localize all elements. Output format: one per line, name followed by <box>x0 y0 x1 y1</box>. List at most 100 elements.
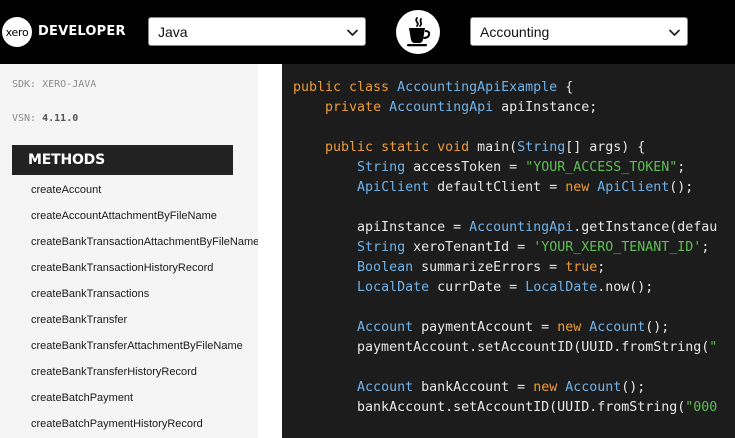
code-token: xeroTenantId = <box>405 240 534 255</box>
java-coffee-cup-icon <box>396 10 440 54</box>
language-select-value: Java <box>158 23 188 40</box>
code-token: String <box>357 160 406 175</box>
code-token: LocalDate <box>357 280 430 295</box>
top-header: xero DEVELOPER Java Accounting <box>0 0 735 64</box>
developer-title[interactable]: DEVELOPER <box>38 24 126 39</box>
method-link[interactable]: createBatchPaymentHistoryRecord <box>31 418 258 438</box>
code-line: String accessToken = "YOUR_ACCESS_TOKEN"… <box>293 158 717 178</box>
method-list: createAccount createAccountAttachmentByF… <box>31 184 258 438</box>
version-row: VSN: 4.11.0 <box>12 113 78 124</box>
code-token: Account <box>589 320 646 335</box>
method-link[interactable]: createAccount <box>31 184 258 210</box>
code-token: ; <box>597 260 606 275</box>
code-token: currDate = <box>429 280 526 295</box>
code-line: public static void main(String[] args) { <box>293 138 717 158</box>
code-line: apiInstance = AccountingApi.getInstance(… <box>293 218 717 238</box>
code-token: AccountingApi <box>469 220 574 235</box>
code-token: Account <box>565 380 622 395</box>
code-token: "YOUR_ACCESS_TOKEN" <box>525 160 678 175</box>
code-token: (); <box>621 380 646 395</box>
code-token: AccountingApi <box>389 100 494 115</box>
code-token: (); <box>669 180 694 195</box>
code-token: LocalDate <box>525 280 598 295</box>
code-token: new <box>557 320 590 335</box>
code-line: Account paymentAccount = new Account(); <box>293 318 717 338</box>
code-example-panel: public class AccountingApiExample { priv… <box>282 64 735 438</box>
version-value: 4.11.0 <box>42 113 79 124</box>
code-line: Boolean summarizeErrors = true; <box>293 258 717 278</box>
code-token: Boolean <box>357 260 414 275</box>
code-line: bankAccount.setAccountID(UUID.fromString… <box>293 398 717 418</box>
code-line: String xeroTenantId = 'YOUR_XERO_TENANT_… <box>293 238 717 258</box>
sdk-label: SDK: XERO-JAVA <box>12 79 97 90</box>
code-line: paymentAccount.setAccountID(UUID.fromStr… <box>293 338 717 358</box>
code-token: new <box>533 380 566 395</box>
methods-sidebar: SDK: XERO-JAVA VSN: 4.11.0 METHODS creat… <box>0 64 258 438</box>
code-token: "000 <box>685 400 718 415</box>
code-token: [] args) { <box>565 140 646 155</box>
code-token: ApiClient <box>357 180 430 195</box>
code-token: bankAccount = <box>413 380 534 395</box>
code-token: Account <box>357 320 414 335</box>
code-token: Account <box>357 380 414 395</box>
code-token: .getInstance(defau <box>573 220 718 235</box>
code-token: String <box>517 140 566 155</box>
code-token: ; <box>701 240 710 255</box>
version-label: VSN: <box>12 113 37 124</box>
code-token: AccountingApiExample <box>397 80 558 95</box>
code-line: Account bankAccount = new Account(); <box>293 378 717 398</box>
code-token: (); <box>645 320 670 335</box>
method-link[interactable]: createBankTransferHistoryRecord <box>31 366 258 392</box>
code-token: defaultClient = <box>429 180 566 195</box>
method-link[interactable]: createBatchPayment <box>31 392 258 418</box>
code-token: new <box>565 180 598 195</box>
methods-heading: METHODS <box>12 145 233 175</box>
code-token: main( <box>477 140 518 155</box>
method-link[interactable]: createBankTransfer <box>31 314 258 340</box>
method-link[interactable]: createBankTransactions <box>31 288 258 314</box>
chevron-down-icon <box>347 29 358 36</box>
code-line: public class AccountingApiExample { <box>293 78 717 98</box>
code-token: summarizeErrors = <box>413 260 566 275</box>
code-token: { <box>557 80 574 95</box>
xero-logo-text: xero <box>5 25 29 39</box>
code-token: paymentAccount = <box>413 320 558 335</box>
code-token: String <box>357 240 406 255</box>
code-block: public class AccountingApiExample { priv… <box>293 78 717 418</box>
method-link[interactable]: createBankTransactionHistoryRecord <box>31 262 258 288</box>
code-token: apiInstance; <box>493 100 598 115</box>
api-select-value: Accounting <box>480 23 550 40</box>
method-link[interactable]: createAccountAttachmentByFileName <box>31 210 258 236</box>
code-token: ApiClient <box>597 180 670 195</box>
code-line: LocalDate currDate = LocalDate.now(); <box>293 278 717 298</box>
code-token: public static void <box>325 140 478 155</box>
code-token: paymentAccount.setAccountID(UUID.fromStr… <box>293 340 710 355</box>
method-link[interactable]: createBankTransferAttachmentByFileName <box>31 340 258 366</box>
xero-logo[interactable]: xero <box>2 17 32 47</box>
chevron-down-icon <box>669 29 680 36</box>
code-token: true <box>565 260 598 275</box>
code-token: public class <box>293 80 398 95</box>
code-token: .now(); <box>597 280 654 295</box>
api-select[interactable]: Accounting <box>470 17 688 46</box>
code-line: private AccountingApi apiInstance; <box>293 98 717 118</box>
code-line: ApiClient defaultClient = new ApiClient(… <box>293 178 717 198</box>
code-token: apiInstance = <box>293 220 470 235</box>
code-token: 'YOUR_XERO_TENANT_ID' <box>533 240 702 255</box>
code-token: private <box>325 100 390 115</box>
language-select[interactable]: Java <box>148 17 366 46</box>
method-link[interactable]: createBankTransactionAttachmentByFileNam… <box>31 236 258 262</box>
code-token: accessToken = <box>405 160 526 175</box>
